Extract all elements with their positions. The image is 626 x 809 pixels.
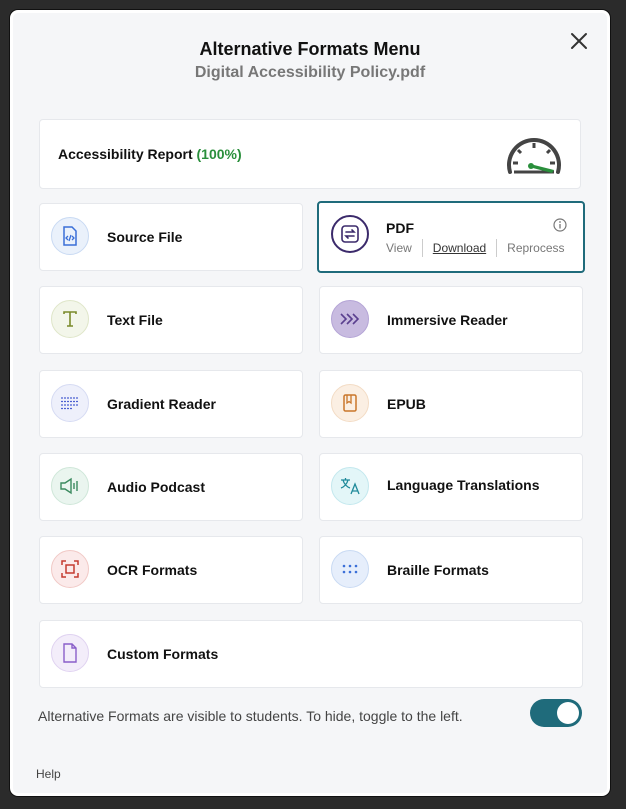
ocr-formats-label: OCR Formats xyxy=(107,562,198,578)
custom-formats-label: Custom Formats xyxy=(107,646,219,662)
immersive-reader-label: Immersive Reader xyxy=(387,312,508,328)
convert-arrows-icon xyxy=(331,215,369,253)
scan-icon xyxy=(51,550,89,588)
gradient-reader-card[interactable]: Gradient Reader xyxy=(39,370,303,438)
source-file-card[interactable]: Source File xyxy=(39,203,303,271)
modal-subtitle: Digital Accessibility Policy.pdf xyxy=(194,64,426,81)
audio-podcast-card[interactable]: Audio Podcast xyxy=(39,453,303,521)
gauge-icon xyxy=(507,138,561,174)
source-file-label: Source File xyxy=(107,229,183,245)
braille-formats-card[interactable]: Braille Formats xyxy=(319,536,583,604)
text-file-card[interactable]: Text File xyxy=(39,286,303,354)
language-translations-card[interactable]: Language Translations xyxy=(319,453,583,521)
braille-dots-icon xyxy=(331,550,369,588)
braille-formats-label: Braille Formats xyxy=(387,562,489,578)
alternative-formats-modal: Alternative Formats Menu Digital Accessi… xyxy=(10,10,610,796)
lines-icon xyxy=(51,384,89,422)
text-file-label: Text File xyxy=(107,312,163,328)
visibility-toggle[interactable] xyxy=(530,699,582,727)
pdf-actions: View Download Reprocess xyxy=(386,239,565,257)
pdf-card[interactable]: PDF View Download Reprocess xyxy=(317,201,585,273)
speaker-icon xyxy=(51,467,89,505)
accessibility-report[interactable]: Accessibility Report (100%) xyxy=(39,119,581,189)
visibility-text: Alternative Formats are visible to stude… xyxy=(38,708,463,724)
translate-icon xyxy=(331,467,369,505)
modal-title: Alternative Formats Menu xyxy=(199,39,421,59)
ocr-formats-card[interactable]: OCR Formats xyxy=(39,536,303,604)
chevrons-right-icon xyxy=(331,300,369,338)
report-percent: (100%) xyxy=(196,146,242,162)
audio-podcast-label: Audio Podcast xyxy=(107,479,206,495)
epub-card[interactable]: EPUB xyxy=(319,370,583,438)
epub-label: EPUB xyxy=(387,396,426,412)
pdf-download-link[interactable]: Download xyxy=(433,241,486,255)
toggle-knob xyxy=(557,702,579,724)
code-file-icon xyxy=(51,217,89,255)
pdf-label: PDF xyxy=(386,220,414,236)
pdf-reprocess-link[interactable]: Reprocess xyxy=(507,241,564,255)
text-t-icon xyxy=(51,300,89,338)
book-icon xyxy=(331,384,369,422)
report-label: Accessibility Report (100%) xyxy=(58,146,242,162)
gradient-reader-label: Gradient Reader xyxy=(107,396,216,412)
language-translations-label: Language Translations xyxy=(387,477,540,493)
info-icon[interactable] xyxy=(553,218,567,232)
document-icon xyxy=(51,634,89,672)
divider xyxy=(421,239,423,257)
custom-formats-card[interactable]: Custom Formats xyxy=(39,620,583,688)
pdf-view-link[interactable]: View xyxy=(386,241,412,255)
help-link[interactable]: Help xyxy=(36,767,61,781)
divider xyxy=(496,239,498,257)
immersive-reader-card[interactable]: Immersive Reader xyxy=(319,286,583,354)
report-label-text: Accessibility Report xyxy=(58,146,193,162)
